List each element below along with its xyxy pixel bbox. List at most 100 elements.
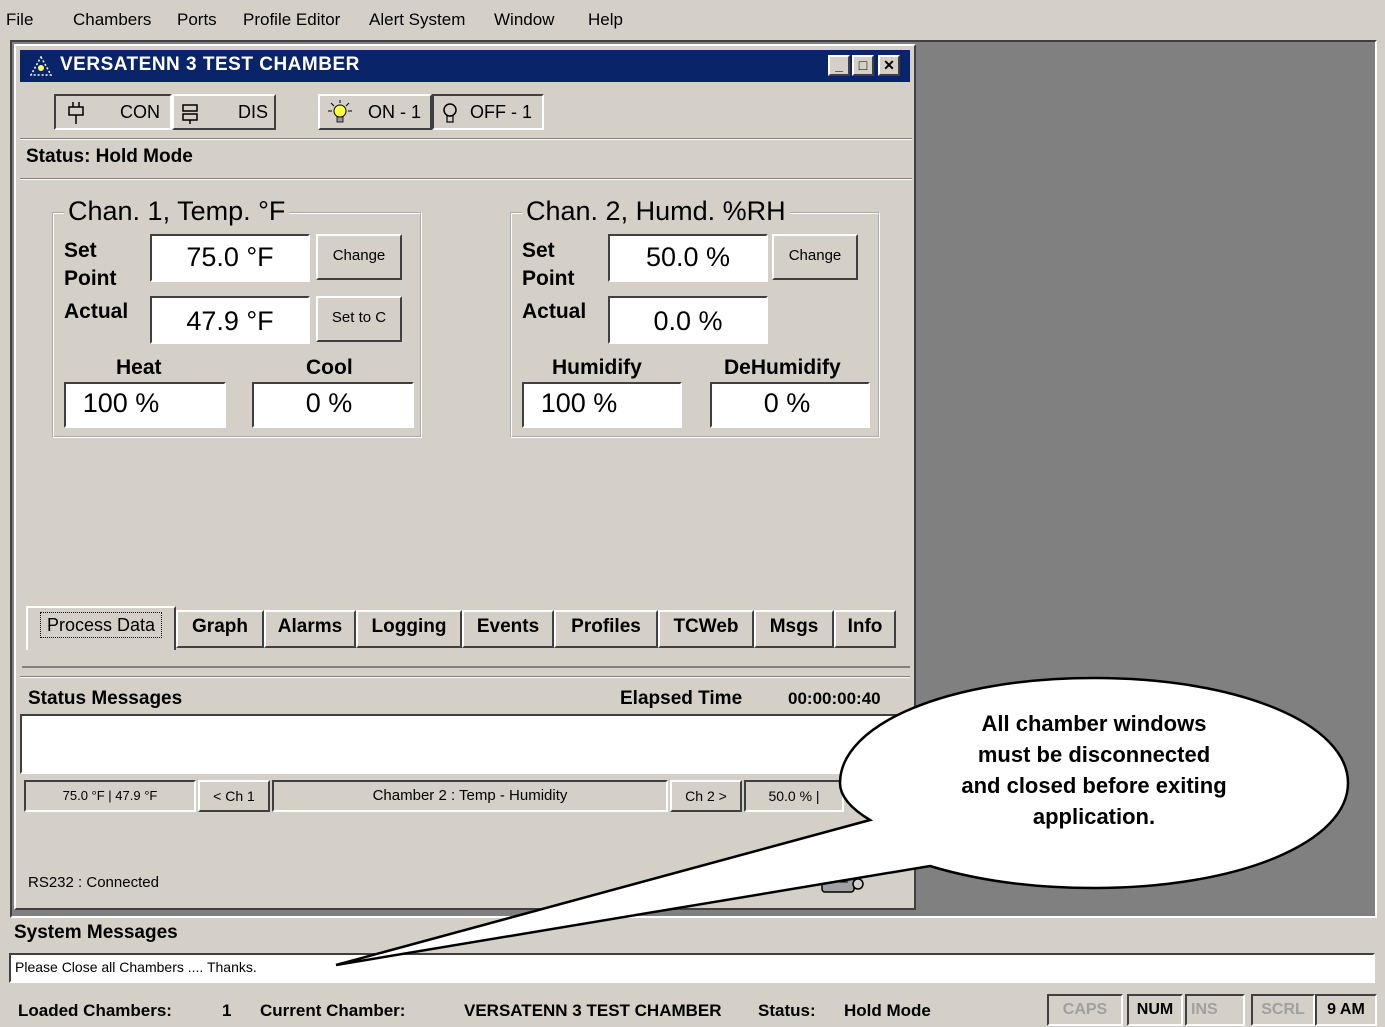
ch1-summary: 75.0 °F | 47.9 °F bbox=[24, 780, 196, 812]
tab-profiles[interactable]: Profiles bbox=[554, 610, 658, 648]
tab-graph[interactable]: Graph bbox=[176, 610, 264, 648]
tab-info[interactable]: Info bbox=[834, 610, 896, 648]
menu-window[interactable]: Window bbox=[494, 10, 554, 30]
window-title: VERSATENN 3 TEST CHAMBER bbox=[60, 54, 360, 75]
menu-profile-editor[interactable]: Profile Editor bbox=[243, 10, 340, 30]
clock-indicator: 9 AM bbox=[1315, 994, 1377, 1026]
ch1-actual-value: 47.9 °F bbox=[186, 306, 274, 336]
light-off-button[interactable]: OFF - 1 bbox=[432, 94, 544, 130]
chamber-name-display: Chamber 2 : Temp - Humidity bbox=[272, 780, 668, 812]
menu-file[interactable]: File bbox=[6, 10, 33, 30]
current-chamber-label: Current Chamber: bbox=[260, 1001, 406, 1020]
ch1-cool-field: 0 % bbox=[252, 382, 414, 428]
serial-port-icon bbox=[821, 869, 864, 893]
caps-indicator: CAPS bbox=[1047, 994, 1123, 1026]
tab-alarms[interactable]: Alarms bbox=[264, 610, 356, 648]
ch2-humidify-field: 100 % bbox=[522, 382, 682, 428]
tab-tcweb[interactable]: TCWeb bbox=[658, 610, 754, 648]
menu-bar: File Chambers Ports Profile Editor Alert… bbox=[0, 0, 1385, 40]
ch1-nav-button[interactable]: < Ch 1 bbox=[198, 780, 270, 812]
chamber-app-icon bbox=[30, 56, 52, 76]
ch2-humidify-value: 100 % bbox=[540, 388, 618, 418]
menu-help[interactable]: Help bbox=[588, 10, 623, 30]
callout-line-1: All chamber windows bbox=[981, 711, 1207, 736]
maximize-button[interactable]: □ bbox=[852, 55, 874, 76]
ch1-setpoint-label-2: Point bbox=[64, 267, 117, 290]
lightbulb-off-icon bbox=[443, 103, 457, 123]
channel2-title: Chan. 2, Humd. %RH bbox=[522, 196, 790, 227]
status-messages-box bbox=[20, 714, 906, 774]
ch2-change-button[interactable]: Change bbox=[772, 234, 858, 280]
ch1-heat-value: 100 % bbox=[82, 388, 160, 418]
ch2-dehumidify-field: 0 % bbox=[710, 382, 870, 428]
ch2-setpoint-label-2: Point bbox=[522, 267, 575, 290]
loaded-chambers-value: 1 bbox=[222, 1001, 232, 1020]
loaded-chambers-label: Loaded Chambers: bbox=[18, 1001, 172, 1020]
menu-ports[interactable]: Ports bbox=[177, 10, 217, 30]
system-messages-title: System Messages bbox=[14, 922, 178, 943]
tab-msgs[interactable]: Msgs bbox=[754, 610, 834, 648]
ch2-setpoint-value: 50.0 % bbox=[645, 242, 731, 272]
ins-indicator: INS bbox=[1185, 994, 1245, 1026]
ch1-set-to-c-button[interactable]: Set to C bbox=[316, 296, 402, 342]
plug-connected-icon bbox=[68, 102, 84, 124]
ch1-actual-label: Actual bbox=[64, 300, 129, 323]
minimize-button[interactable]: _ bbox=[828, 55, 850, 76]
toolbar-divider bbox=[20, 138, 912, 140]
ch1-actual-field: 47.9 °F bbox=[150, 296, 310, 344]
tab-logging[interactable]: Logging bbox=[356, 610, 462, 648]
tab-process-data-label: Process Data bbox=[39, 612, 163, 638]
menu-alert-system[interactable]: Alert System bbox=[369, 10, 465, 30]
ch1-heat-label: Heat bbox=[116, 356, 162, 379]
ch1-setpoint-value: 75.0 °F bbox=[186, 242, 274, 272]
app-status-label: Status: bbox=[758, 1001, 816, 1020]
window-titlebar[interactable]: VERSATENN 3 TEST CHAMBER _ □ ✕ bbox=[20, 50, 910, 82]
status-divider bbox=[20, 178, 912, 180]
num-indicator: NUM bbox=[1127, 994, 1183, 1026]
callout-line-2: must be disconnected bbox=[977, 742, 1211, 767]
tab-process-data[interactable]: Process Data bbox=[26, 606, 176, 650]
ch1-setpoint-field: 75.0 °F bbox=[150, 234, 310, 282]
light-off-label: OFF - 1 bbox=[470, 102, 532, 122]
ch2-summary: 50.0 % | bbox=[744, 780, 844, 812]
callout-line-4: application. bbox=[1032, 804, 1156, 829]
system-messages-box: Please Close all Chambers .... Thanks. bbox=[9, 953, 1375, 983]
ch2-humidify-label: Humidify bbox=[552, 356, 642, 379]
ch1-change-button[interactable]: Change bbox=[316, 234, 402, 280]
menu-chambers[interactable]: Chambers bbox=[73, 10, 151, 30]
disconnect-label: DIS bbox=[238, 102, 269, 122]
ch2-actual-value: 0.0 % bbox=[653, 306, 723, 336]
ch2-actual-field: 0.0 % bbox=[608, 296, 768, 344]
port-status: RS232 : Connected bbox=[28, 874, 159, 891]
current-chamber-value: VERSATENN 3 TEST CHAMBER bbox=[464, 1001, 722, 1020]
ch2-setpoint-label-1: Set bbox=[522, 239, 555, 262]
close-button[interactable]: ✕ bbox=[878, 55, 900, 76]
connect-label: CON bbox=[120, 102, 160, 122]
plug-disconnected-icon bbox=[182, 104, 198, 124]
app-statusbar: Loaded Chambers: 1 Current Chamber: VERS… bbox=[0, 990, 1385, 1027]
chamber-window: VERSATENN 3 TEST CHAMBER _ □ ✕ CON DIS O… bbox=[14, 44, 916, 910]
ch1-setpoint-label-1: Set bbox=[64, 239, 97, 262]
ch1-cool-value: 0 % bbox=[305, 388, 353, 418]
connect-button[interactable]: CON bbox=[54, 94, 172, 130]
disconnect-button[interactable]: DIS bbox=[172, 94, 276, 130]
callout-text: All chamber windows must be disconnected… bbox=[900, 708, 1288, 832]
callout-line-3: and closed before exiting bbox=[961, 773, 1227, 798]
app-status-value: Hold Mode bbox=[844, 1001, 931, 1020]
chamber-status: Status: Hold Mode bbox=[26, 146, 193, 167]
status-messages-title: Status Messages bbox=[28, 688, 183, 709]
ch2-nav-button[interactable]: Ch 2 > bbox=[670, 780, 742, 812]
tab-events[interactable]: Events bbox=[462, 610, 554, 648]
scrl-indicator: SCRL bbox=[1251, 994, 1315, 1026]
tab-panel-bottom bbox=[22, 650, 910, 668]
ch2-setpoint-field: 50.0 % bbox=[608, 234, 768, 282]
light-on-label: ON - 1 bbox=[368, 102, 422, 122]
ch2-actual-label: Actual bbox=[522, 300, 587, 323]
channel1-title: Chan. 1, Temp. °F bbox=[64, 196, 290, 227]
light-on-button[interactable]: ON - 1 bbox=[318, 94, 432, 130]
status-messages-divider bbox=[20, 676, 910, 678]
lightbulb-on-icon bbox=[328, 100, 352, 123]
ch1-heat-field: 100 % bbox=[64, 382, 226, 428]
ch2-dehumidify-label: DeHumidify bbox=[724, 356, 841, 379]
elapsed-time-value: 00:00:00:40 bbox=[788, 689, 881, 708]
